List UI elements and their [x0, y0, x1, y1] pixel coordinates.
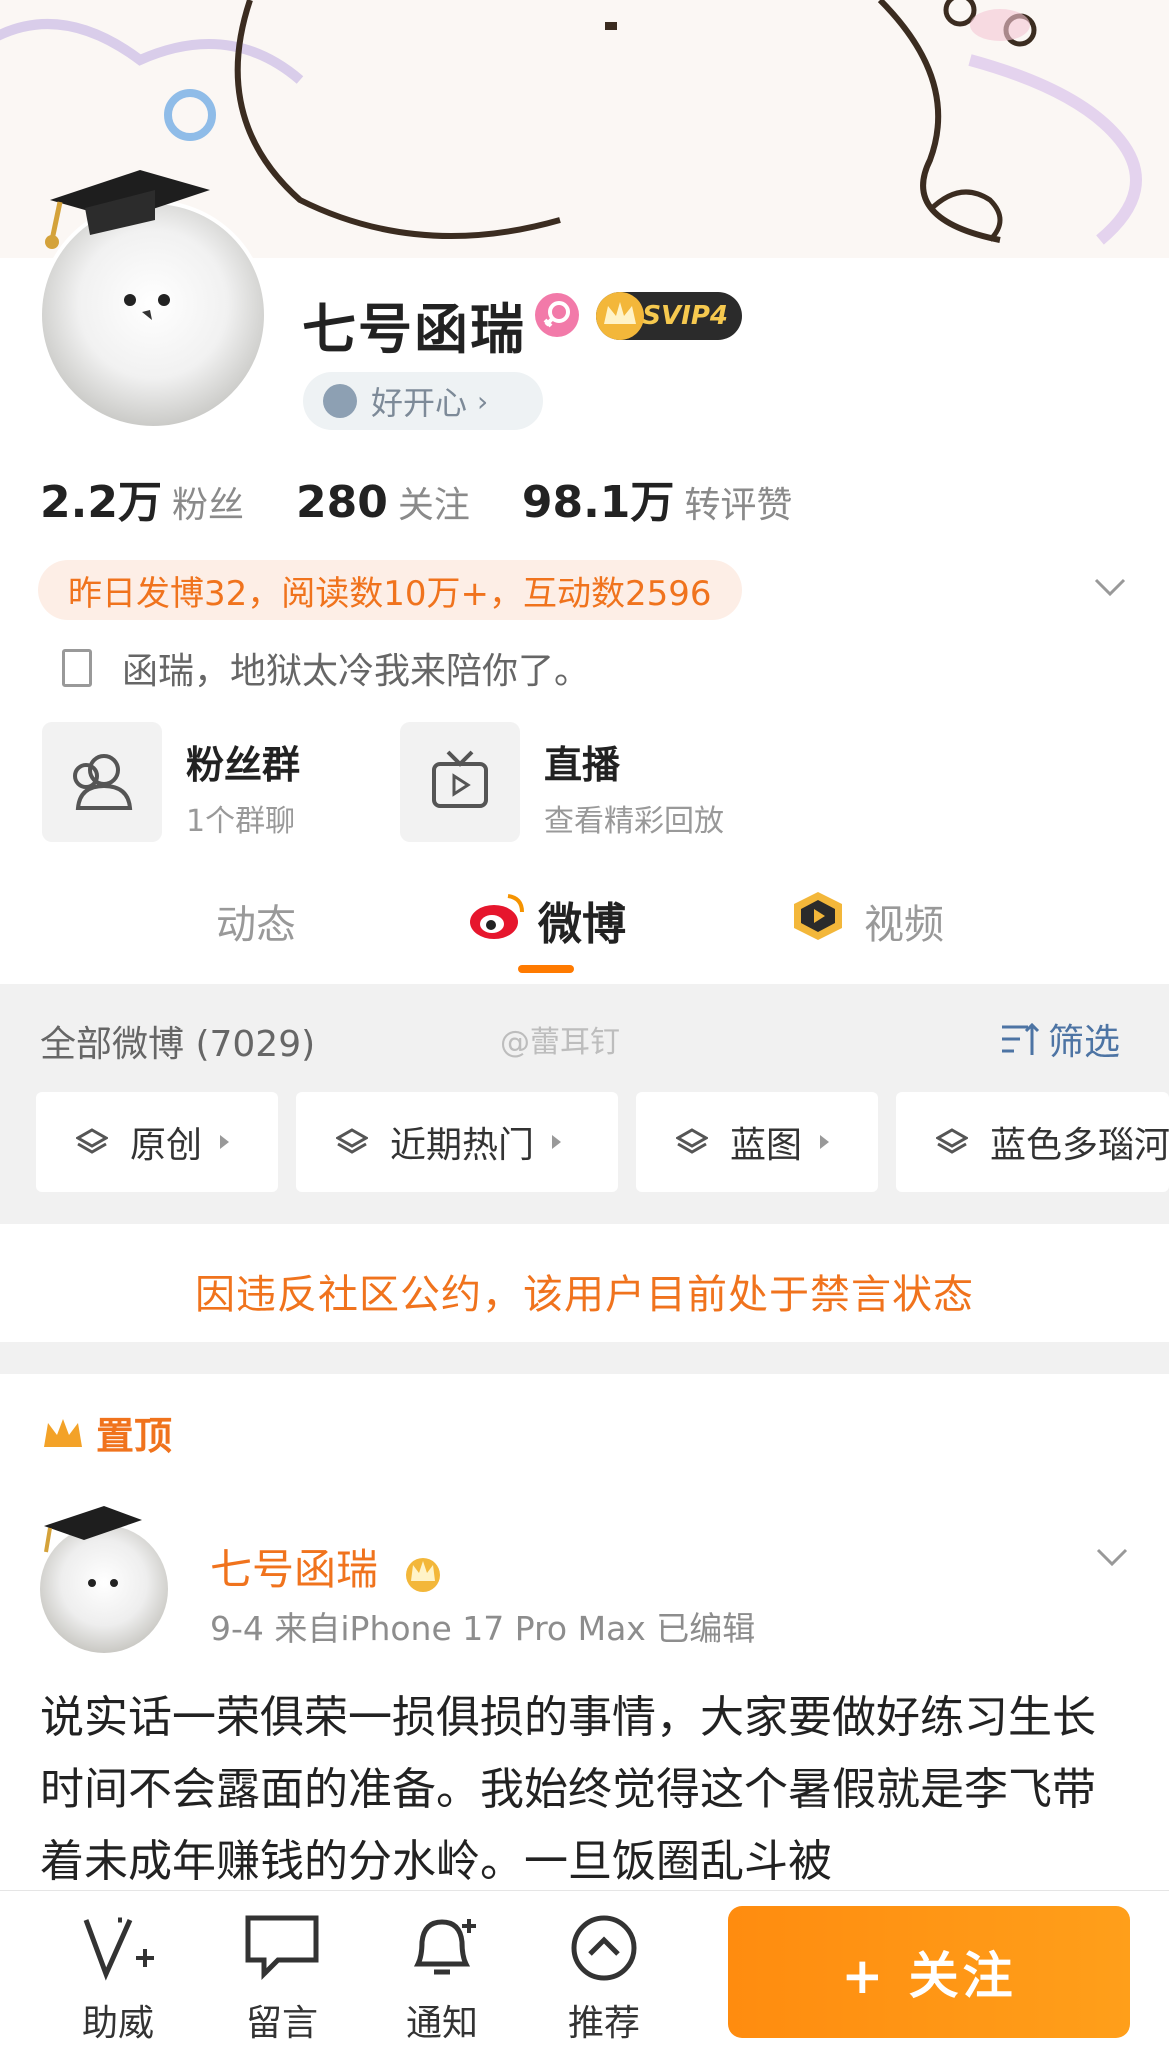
post-body-text: 说实话一荣俱荣一损俱损的事情，大家要做好练习生长时间不会露面的准备。我始终觉得这…: [40, 1692, 1096, 1887]
tv-icon: [432, 750, 488, 808]
video-icon: [794, 892, 842, 940]
live-subtitle: 查看精彩回放: [544, 804, 724, 839]
layers-icon: [336, 1128, 368, 1154]
follow-button[interactable]: + 关注: [728, 1906, 1130, 2038]
chip-blueprint[interactable]: 蓝图: [636, 1092, 878, 1192]
profile-name: 七号函瑞: [302, 298, 526, 361]
chip-label: 蓝色多瑙河: [990, 1125, 1169, 1166]
fan-group-subtitle: 1个群聊: [186, 804, 296, 839]
filter-label: 筛选: [1048, 1022, 1121, 1063]
crown-badge-icon: [406, 1557, 441, 1592]
watermark-text: @蕾耳钉: [500, 1025, 620, 1060]
post-author-label: 七号函瑞: [210, 1545, 379, 1594]
chip-label: 近期热门: [390, 1125, 535, 1166]
chevron-down-icon[interactable]: [1090, 572, 1130, 602]
pinned-text: 置顶: [96, 1414, 173, 1458]
chip-blue-danube[interactable]: 蓝色多瑙河: [896, 1092, 1169, 1192]
cheer-label: 助威: [81, 2003, 154, 2044]
notify-button[interactable]: 通知: [382, 1912, 502, 2046]
caret-right-icon: [820, 1135, 830, 1149]
stat-label: 粉丝: [171, 485, 244, 526]
caret-right-icon: [220, 1135, 230, 1149]
tab-video[interactable]: 视频: [864, 892, 944, 950]
post-meta: 9-4 来自iPhone 17 Pro Max 已编辑: [210, 1609, 756, 1648]
chip-label: 蓝图: [730, 1125, 803, 1166]
active-tab-indicator: [518, 965, 574, 973]
profile-stats: 2.2万 粉丝 280 关注 98.1万 转评赞: [40, 466, 844, 530]
stat-value: 280: [295, 477, 388, 528]
layers-icon: [936, 1128, 968, 1154]
stat-fans[interactable]: 2.2万 粉丝: [40, 466, 244, 530]
graduation-cap-icon: [44, 1506, 142, 1553]
filter-button[interactable]: 筛选: [998, 1013, 1120, 1065]
layers-icon: [76, 1128, 108, 1154]
cheer-v-icon: [83, 1917, 154, 1981]
notify-label: 通知: [405, 2003, 478, 2044]
fan-group-tile-icon[interactable]: [42, 722, 162, 842]
stat-value: 98.1万: [521, 477, 675, 528]
caret-right-icon: [552, 1135, 562, 1149]
weibo-logo-icon: [470, 894, 524, 939]
stat-label: 转评赞: [684, 485, 793, 526]
ban-notice-text: 因违反社区公约，该用户目前处于禁言状态: [195, 1272, 974, 1318]
recommend-label: 推荐: [567, 2003, 640, 2044]
chip-recent-hot[interactable]: 近期热门: [296, 1092, 618, 1192]
stat-reposts-likes[interactable]: 98.1万 转评赞: [522, 466, 793, 530]
activity-summary-pill[interactable]: 昨日发博32，阅读数10万+，互动数2596: [38, 560, 742, 620]
live-title[interactable]: 直播: [544, 734, 620, 789]
chat-bubble-icon: [245, 1915, 319, 1981]
live-tile-icon[interactable]: [400, 722, 520, 842]
chevron-right-icon: ›: [477, 384, 489, 418]
stat-value: 2.2万: [40, 477, 162, 528]
mood-status-chip[interactable]: 好开心 ›: [303, 372, 543, 430]
crown-icon: [44, 1418, 82, 1447]
stat-label: 关注: [397, 485, 470, 526]
graduation-cap-icon: [45, 170, 210, 249]
chevron-down-icon[interactable]: [1092, 1542, 1132, 1572]
profile-bio: 函瑞，地狱太冷我来陪你了。: [62, 642, 590, 694]
chip-original[interactable]: 原创: [36, 1092, 278, 1192]
bio-text: 函瑞，地狱太冷我来陪你了。: [122, 651, 591, 692]
chip-label: 原创: [130, 1125, 203, 1166]
section-divider: [0, 1342, 1169, 1374]
fan-group-title[interactable]: 粉丝群: [186, 734, 300, 789]
chevron-up-circle-icon: [571, 1915, 637, 1981]
tab-dynamics[interactable]: 动态: [216, 892, 296, 950]
filter-icon: [1002, 1022, 1040, 1055]
pinned-label: 置顶: [40, 1405, 172, 1460]
post-author-name[interactable]: 七号函瑞: [210, 1536, 447, 1597]
layers-icon: [676, 1128, 708, 1154]
crown-icon: [596, 292, 644, 340]
recommend-button[interactable]: 推荐: [544, 1912, 664, 2046]
tab-weibo[interactable]: 微博: [538, 888, 626, 952]
female-gender-icon: [535, 293, 579, 337]
mood-label: 好开心: [371, 384, 468, 422]
cheer-button[interactable]: 助威: [58, 1912, 178, 2046]
all-weibo-count[interactable]: 全部微博 (7029): [40, 1015, 315, 1067]
document-icon: [62, 649, 92, 687]
message-button[interactable]: 留言: [222, 1912, 342, 2046]
people-icon: [73, 754, 133, 810]
stat-following[interactable]: 280 关注: [296, 476, 470, 528]
smile-face-icon: [323, 384, 357, 418]
message-label: 留言: [245, 2003, 318, 2044]
bell-add-icon: [413, 1919, 476, 1975]
